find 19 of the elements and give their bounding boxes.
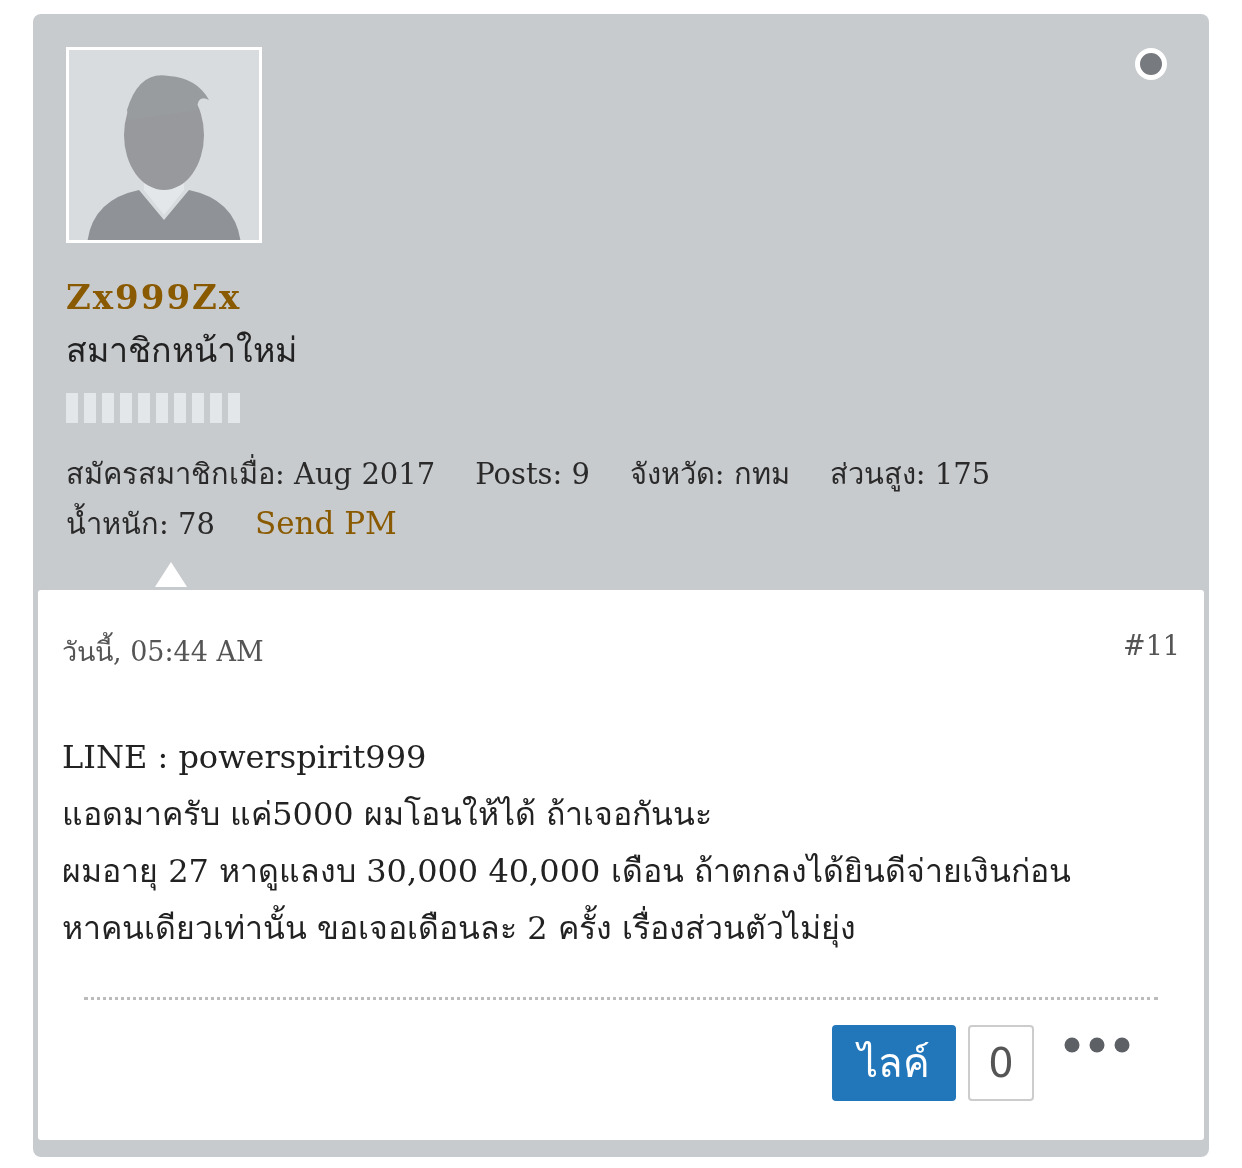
message-text: หาคนเดียวเท่านั้น ขอเจอเดือนละ 2 ครั้ง เรื่องส่วนตัวไม่ยุ่ง	[62, 900, 857, 957]
post-number-link[interactable]: #11	[1123, 630, 1180, 673]
message-text: ผมอายุ 27 หาดูแลงบ 30,000 40,000 เดือน ถ้าตกลงได้ยินดีจ่ายเงินก่อน	[62, 851, 1071, 893]
avatar-icon[interactable]	[66, 47, 262, 243]
user-info-text: Posts: 9	[475, 457, 590, 491]
message-text: แอดมาครับ แค่5000 ผมโอนให้ได้ ถ้าเจอกันนะ	[62, 794, 712, 835]
reputation-bars-icon	[66, 393, 242, 423]
user-info-text: จังหวัด: กทม	[629, 456, 790, 493]
like-button[interactable]: ไลค์	[832, 1025, 956, 1101]
more-options-icon[interactable]	[1064, 1037, 1130, 1053]
post-date: วันนี้, 05:44 AM	[62, 630, 264, 673]
user-info-text: ส่วนสูง: 175	[829, 456, 991, 494]
user-info-text: น้ำหนัก: 78	[66, 501, 215, 547]
send-pm-link[interactable]: Send PM	[254, 505, 397, 541]
user-info-text: สมัครสมาชิกเมื่อ: Aug 2017	[66, 451, 436, 497]
username-link[interactable]: Zx999Zx	[66, 277, 1176, 317]
user-rank: สมาชิกหน้าใหม่	[66, 329, 298, 372]
like-count: 0	[968, 1025, 1034, 1101]
message-text: LINE : powerspirit999	[62, 737, 427, 778]
